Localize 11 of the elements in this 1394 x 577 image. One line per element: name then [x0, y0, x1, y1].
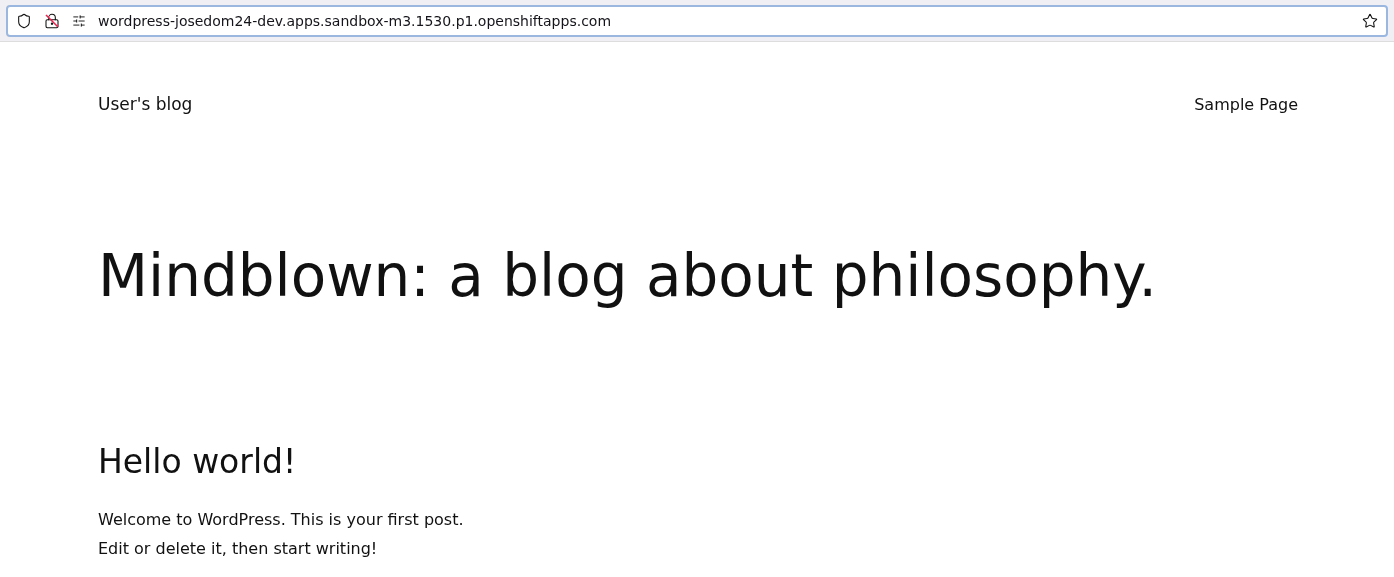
hero-heading: Mindblown: a blog about philosophy.: [98, 241, 1158, 312]
site-title[interactable]: User's blog: [98, 92, 193, 118]
post-title[interactable]: Hello world!: [98, 437, 1296, 487]
post-text: Edit or delete it, then start writing!: [98, 537, 379, 560]
nav-link[interactable]: Sample Page: [1194, 92, 1298, 117]
bookmark-star-icon[interactable]: [1362, 13, 1378, 29]
address-bar[interactable]: wordpress-josedom24-dev.apps.sandbox-m3.1530.p1.openshiftapps.com: [6, 5, 1388, 37]
permissions-icon[interactable]: [72, 14, 86, 28]
lock-icon[interactable]: [44, 13, 60, 29]
post-text: Welcome to WordPress. This is your first post.: [98, 508, 465, 531]
shield-icon[interactable]: [16, 13, 32, 29]
